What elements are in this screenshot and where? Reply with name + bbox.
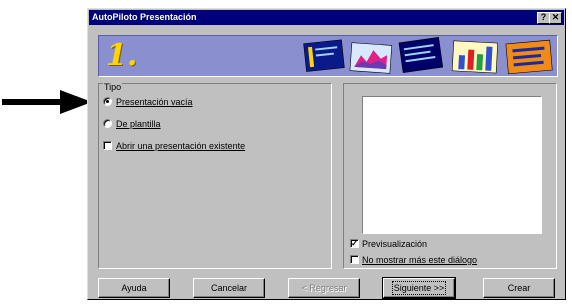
step-banner: 1. (98, 35, 558, 77)
pointer-arrow-icon (2, 90, 92, 114)
back-button[interactable]: < Regresar (288, 278, 360, 298)
tipo-group: Tipo Presentación vacía De plantilla Abr… (98, 82, 332, 269)
title-bar[interactable]: AutoPiloto Presentación ? ✕ (89, 10, 564, 25)
close-icon[interactable]: ✕ (549, 12, 562, 24)
help-button[interactable]: Ayuda (98, 278, 170, 298)
dont-show-label: No mostrar más este diálogo (362, 255, 478, 265)
next-button[interactable]: Siguiente >> (382, 277, 456, 299)
preview-label: Previsualización (362, 239, 428, 249)
window-title: AutoPiloto Presentación (92, 12, 197, 22)
slide-thumbnail-icon (398, 37, 444, 73)
preview-pane (362, 96, 542, 234)
next-button-label: Siguiente >> (391, 281, 447, 295)
empty-presentation-label: Presentación vacía (116, 97, 193, 107)
presentation-thumbnails-icon (303, 37, 553, 75)
preview-group: ✓ Previsualización No mostrar más este d… (343, 83, 557, 269)
slide-thumbnail-icon (303, 39, 345, 72)
empty-presentation-radio[interactable] (103, 97, 112, 106)
finish-button[interactable]: Crear (483, 278, 555, 298)
slide-thumbnail-icon (451, 40, 499, 74)
slide-thumbnail-icon (349, 42, 393, 74)
autopilot-dialog: AutoPiloto Presentación ? ✕ 1. Tipo Pres… (87, 8, 566, 300)
dont-show-checkbox[interactable] (350, 255, 359, 264)
template-radio[interactable] (103, 119, 112, 128)
open-existing-checkbox[interactable] (103, 141, 112, 150)
preview-checkbox[interactable]: ✓ (350, 239, 359, 248)
cancel-button[interactable]: Cancelar (193, 278, 265, 298)
template-label: De plantilla (116, 119, 161, 129)
slide-thumbnail-icon (505, 39, 553, 75)
tipo-group-label: Tipo (103, 82, 123, 92)
step-number: 1. (106, 38, 138, 73)
open-existing-label: Abrir una presentación existente (116, 141, 246, 151)
